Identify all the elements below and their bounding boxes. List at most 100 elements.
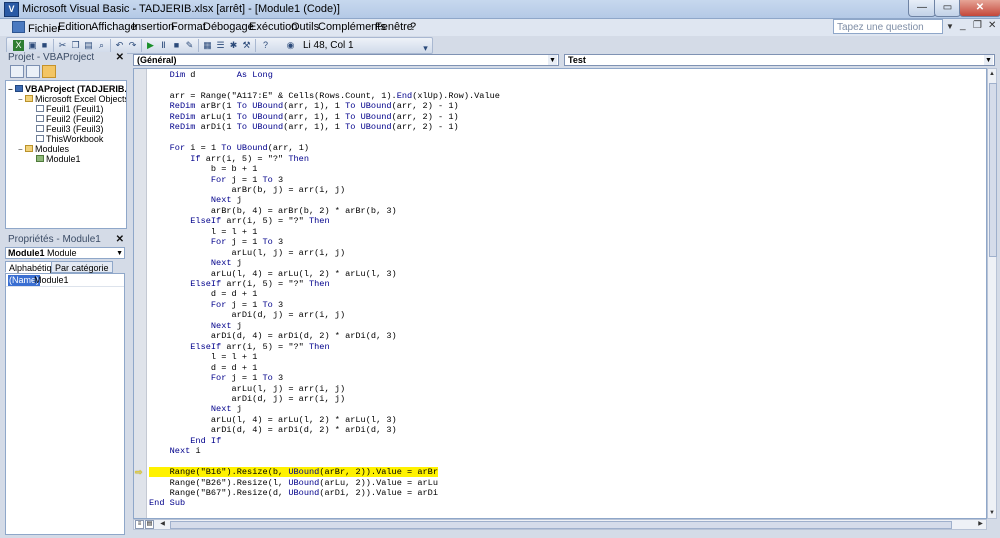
code-line[interactable]: d = d + 1 [149, 363, 257, 373]
code-line[interactable]: arBr(b, 4) = arBr(b, 2) * arBr(b, 3) [149, 206, 397, 216]
properties-close-button[interactable]: ✕ [116, 234, 124, 246]
code-line[interactable]: Next j [149, 404, 242, 414]
code-line[interactable]: arDi(d, j) = arr(i, j) [149, 394, 346, 404]
tab-par-categorie[interactable]: Par catégorie [51, 261, 113, 273]
toolbar-options-icon[interactable]: ▾ [420, 43, 431, 54]
code-line[interactable]: d = d + 1 [149, 289, 257, 299]
code-line[interactable]: ReDim arDi(1 To UBound(arr, 1), 1 To UBo… [149, 122, 459, 132]
scrollbar-thumb[interactable] [170, 521, 952, 529]
paste-icon[interactable]: ▤ [83, 40, 94, 51]
child-minimize-button[interactable]: _ [960, 20, 966, 31]
code-line[interactable]: For j = 1 To 3 [149, 373, 283, 383]
vba-app-icon[interactable]: V [4, 2, 19, 17]
code-line[interactable]: Dim d As Long [149, 70, 273, 80]
project-explorer-close-button[interactable]: ✕ [116, 52, 124, 64]
code-line[interactable]: Range("B67").Resize(d, UBound(arDi, 2)).… [149, 488, 438, 498]
code-line[interactable]: arDi(d, 4) = arDi(d, 2) * arDi(d, 3) [149, 331, 397, 341]
menu-fichier[interactable]: Fichier [12, 21, 61, 35]
toggle-folders-icon[interactable] [42, 65, 56, 78]
insert-module-icon[interactable]: ▣ [27, 40, 38, 51]
code-line[interactable]: ElseIf arr(i, 5) = "?" Then [149, 216, 329, 226]
tree-node-feuil3[interactable]: Feuil3 (Feuil3) [36, 124, 104, 134]
code-line[interactable]: For j = 1 To 3 [149, 237, 283, 247]
toolbox-icon[interactable]: ⚒ [241, 40, 252, 51]
properties-window-icon[interactable]: ☰ [215, 40, 226, 51]
scrollbar-thumb[interactable] [989, 83, 997, 257]
procedure-view-icon[interactable]: ≡ [135, 520, 144, 529]
code-line[interactable]: arLu(l, 4) = arLu(l, 2) * arLu(l, 3) [149, 415, 397, 425]
menu-affichage[interactable]: Affichage [91, 21, 137, 33]
cut-icon[interactable]: ✂ [57, 40, 68, 51]
menu-debogage[interactable]: Débogage [203, 21, 254, 33]
find-icon[interactable]: ⌕ [96, 40, 107, 51]
properties-object-select[interactable]: Module1 Module ▼ [5, 247, 125, 259]
tree-node-feuil1[interactable]: Feuil1 (Feuil1) [36, 104, 104, 114]
save-icon[interactable]: ■ [39, 40, 50, 51]
tree-toggle[interactable]: − [18, 95, 25, 105]
child-restore-button[interactable]: ❐ [973, 20, 982, 31]
view-excel-icon[interactable]: X [13, 40, 24, 51]
maximize-button[interactable]: ▭ [934, 0, 961, 17]
tree-node-feuil2[interactable]: Feuil2 (Feuil2) [36, 114, 104, 124]
code-line[interactable]: ElseIf arr(i, 5) = "?" Then [149, 342, 329, 352]
child-close-button[interactable]: ✕ [988, 20, 996, 31]
scroll-down-arrow-icon[interactable]: ▼ [988, 508, 996, 518]
margin-indicator-bar[interactable] [134, 69, 147, 518]
tree-node-thisworkbook[interactable]: ThisWorkbook [36, 134, 103, 144]
code-line[interactable]: ReDim arLu(1 To UBound(arr, 1), 1 To UBo… [149, 112, 459, 122]
code-line[interactable]: arLu(l, j) = arr(i, j) [149, 384, 346, 394]
menu-fenetre[interactable]: Fenêtre [375, 21, 413, 33]
code-line[interactable]: arBr(b, j) = arr(i, j) [149, 185, 346, 195]
code-line[interactable]: Next i [149, 446, 201, 456]
code-line[interactable]: For i = 1 To UBound(arr, 1) [149, 143, 309, 153]
tree-toggle[interactable]: − [18, 145, 25, 155]
project-explorer-icon[interactable]: ▦ [202, 40, 213, 51]
undo-icon[interactable]: ↶ [114, 40, 125, 51]
code-vertical-scrollbar[interactable]: ▲ ▼ [987, 68, 997, 519]
code-line[interactable]: arr = Range("A117:E" & Cells(Rows.Count,… [149, 91, 500, 101]
help-question-input[interactable]: Tapez une question [833, 19, 943, 34]
redo-icon[interactable]: ↷ [127, 40, 138, 51]
view-code-icon[interactable] [10, 65, 24, 78]
code-line[interactable]: b = b + 1 [149, 164, 257, 174]
reset-icon[interactable]: ■ [171, 40, 182, 51]
break-icon[interactable]: Ⅱ [158, 40, 169, 51]
code-line[interactable]: ReDim arBr(1 To UBound(arr, 1), 1 To UBo… [149, 101, 459, 111]
copy-icon[interactable]: ❐ [70, 40, 81, 51]
code-line[interactable]: ElseIf arr(i, 5) = "?" Then [149, 279, 329, 289]
close-button[interactable]: ✕ [959, 0, 1000, 17]
menu-edition[interactable]: Edition [58, 21, 92, 33]
scroll-right-arrow-icon[interactable]: ▶ [976, 520, 985, 529]
code-line[interactable]: l = l + 1 [149, 352, 257, 362]
object-combo[interactable]: (Général) ▼ [133, 54, 559, 66]
menu-help[interactable]: ? [410, 21, 416, 33]
scroll-up-arrow-icon[interactable]: ▲ [988, 69, 996, 79]
help-icon[interactable]: ? [260, 40, 271, 51]
code-line[interactable]: For j = 1 To 3 [149, 300, 283, 310]
tree-node-module1[interactable]: Module1 [36, 154, 81, 164]
procedure-combo[interactable]: Test ▼ [564, 54, 995, 66]
run-icon[interactable]: ▶ [145, 40, 156, 51]
code-line[interactable]: If arr(i, 5) = "?" Then [149, 154, 309, 164]
code-line[interactable]: arLu(l, j) = arr(i, j) [149, 248, 346, 258]
view-object-icon[interactable] [26, 65, 40, 78]
chevron-down-icon[interactable]: ▼ [984, 55, 993, 65]
code-editor[interactable]: Dim d As Long arr = Range("A117:E" & Cel… [133, 68, 987, 519]
minimize-button[interactable]: — [908, 0, 936, 17]
code-line[interactable]: Next j [149, 321, 242, 331]
execution-pointer-arrow-icon[interactable]: ⇨ [135, 468, 145, 477]
chevron-down-icon[interactable]: ▼ [116, 248, 123, 259]
tree-toggle[interactable]: − [8, 85, 15, 95]
help-dropdown-arrow-icon[interactable]: ▼ [946, 22, 954, 31]
chevron-down-icon[interactable]: ▼ [548, 55, 557, 65]
code-line[interactable]: For j = 1 To 3 [149, 175, 283, 185]
code-line[interactable]: Next j [149, 195, 242, 205]
code-line[interactable]: Range("B16").Resize(b, UBound(arBr, 2)).… [149, 467, 438, 478]
property-value[interactable]: Module1 [34, 275, 69, 286]
menu-outils[interactable]: Outils [291, 21, 319, 33]
code-line[interactable]: Range("B26").Resize(l, UBound(arLu, 2)).… [149, 478, 438, 488]
code-line[interactable]: arLu(l, 4) = arLu(l, 2) * arLu(l, 3) [149, 269, 397, 279]
scroll-left-arrow-icon[interactable]: ◀ [158, 520, 167, 529]
menu-format[interactable]: Format [171, 21, 206, 33]
code-line[interactable]: End If [149, 436, 221, 446]
